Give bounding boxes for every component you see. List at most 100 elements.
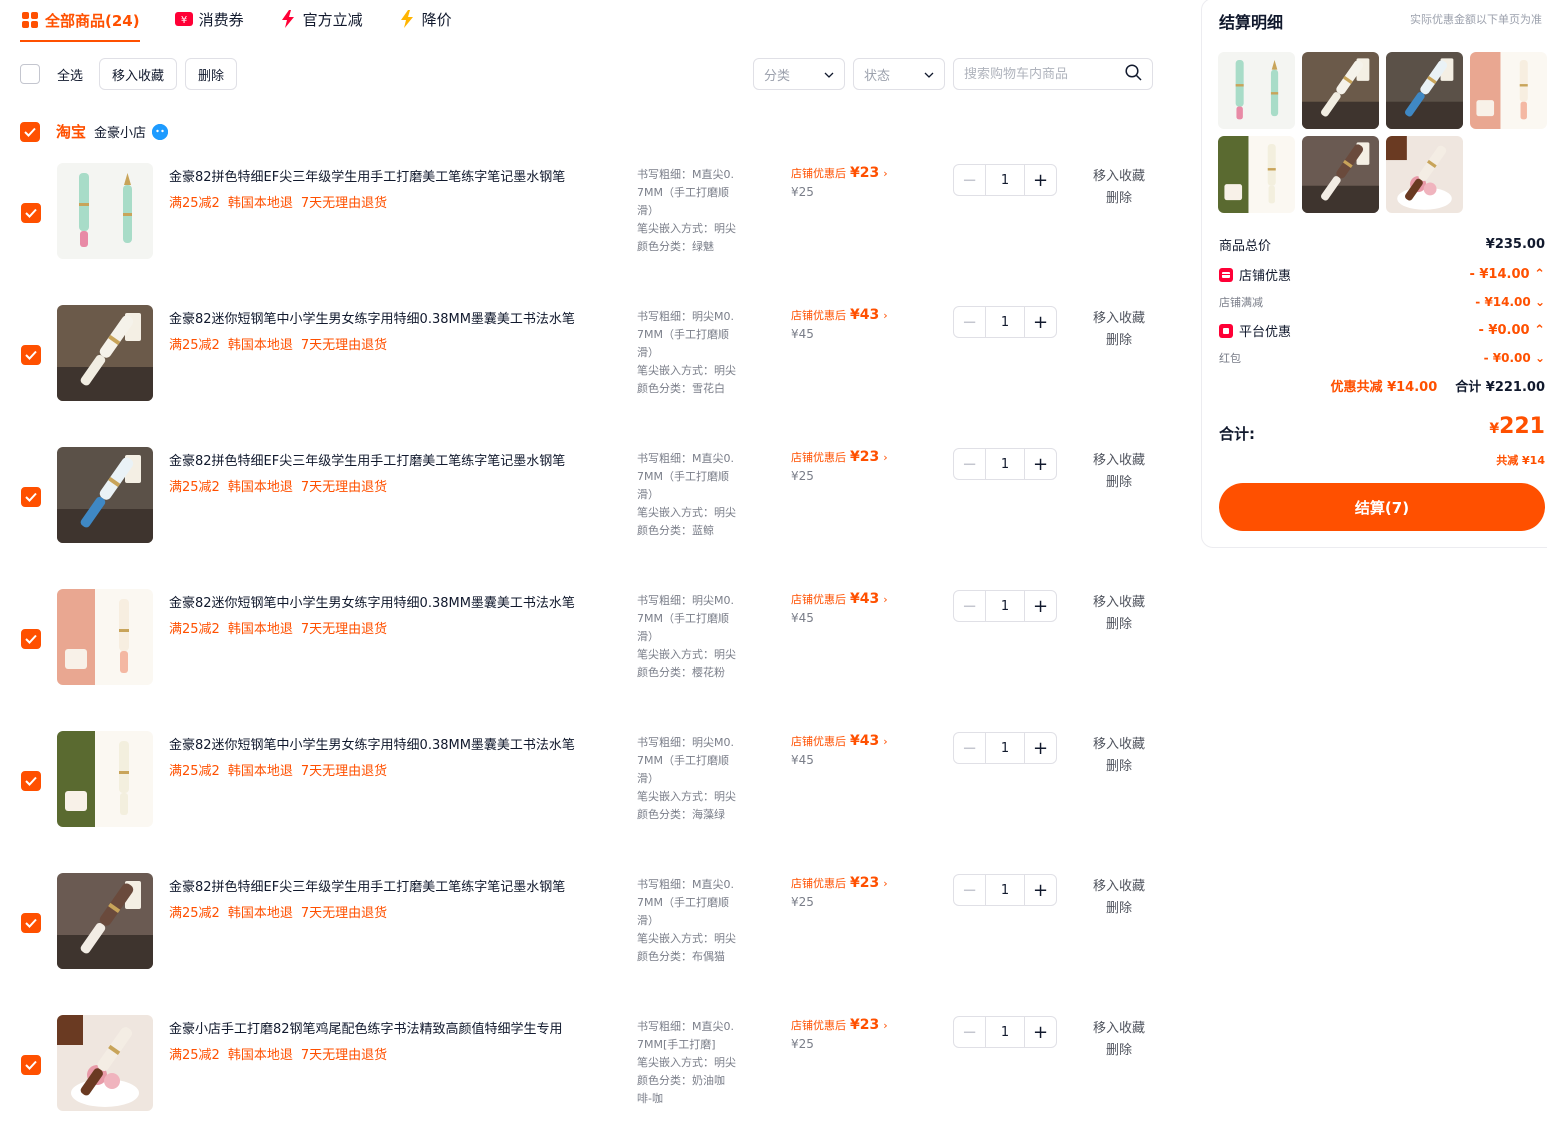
shop-full-reduce-value: - ¥14.00 ⌄ bbox=[1475, 295, 1545, 309]
summary-product-thumbnail[interactable] bbox=[1470, 52, 1547, 129]
increase-quantity-button[interactable]: + bbox=[1024, 733, 1056, 763]
move-to-favorites-link[interactable]: 移入收藏 bbox=[1093, 450, 1145, 472]
tab-price-drop[interactable]: 降价 bbox=[397, 0, 452, 38]
decrease-quantity-button[interactable]: − bbox=[954, 165, 986, 195]
promo-price[interactable]: 店铺优惠后 ¥23 › bbox=[791, 449, 888, 465]
delete-item-link[interactable]: 删除 bbox=[1093, 330, 1145, 352]
product-title-link[interactable]: 金豪82拼色特细EF尖三年级学生用手工打磨美工笔练字笔记墨水钢笔 bbox=[169, 876, 609, 895]
quantity-value[interactable]: 1 bbox=[986, 315, 1024, 330]
shop-name-link[interactable]: 金豪小店 bbox=[94, 122, 146, 141]
sku-specs[interactable]: 书写粗细：M直尖0. 7MM（手工打磨顺 滑） 笔尖嵌入方式：明尖 颜色分类：绿魅 bbox=[637, 166, 752, 256]
move-to-favorites-link[interactable]: 移入收藏 bbox=[1093, 592, 1145, 614]
summary-product-thumbnail[interactable] bbox=[1386, 136, 1463, 213]
item-checkbox[interactable] bbox=[21, 203, 41, 223]
item-checkbox[interactable] bbox=[21, 345, 41, 365]
delete-item-link[interactable]: 删除 bbox=[1093, 472, 1145, 494]
quantity-value[interactable]: 1 bbox=[986, 1025, 1024, 1040]
product-image[interactable] bbox=[57, 731, 153, 827]
sku-specs[interactable]: 书写粗细：M直尖0. 7MM[手工打磨] 笔尖嵌入方式：明尖 颜色分类：奶油咖 啡-咖 bbox=[637, 1018, 752, 1108]
product-title-link[interactable]: 金豪82拼色特细EF尖三年级学生用手工打磨美工笔练字笔记墨水钢笔 bbox=[169, 166, 609, 185]
move-to-favorites-link[interactable]: 移入收藏 bbox=[1093, 734, 1145, 756]
product-title-link[interactable]: 金豪82迷你短钢笔中小学生男女练字用特细0.38MM墨囊美工书法水笔 bbox=[169, 592, 609, 611]
sku-specs[interactable]: 书写粗细：明尖M0. 7MM（手工打磨顺 滑） 笔尖嵌入方式：明尖 颜色分类：樱花粉 bbox=[637, 592, 752, 682]
tab-all-items[interactable]: 全部商品(24) bbox=[20, 0, 140, 42]
item-checkbox[interactable] bbox=[21, 1055, 41, 1075]
decrease-quantity-button[interactable]: − bbox=[954, 591, 986, 621]
product-title-link[interactable]: 金豪82迷你短钢笔中小学生男女练字用特细0.38MM墨囊美工书法水笔 bbox=[169, 734, 609, 753]
product-image[interactable] bbox=[57, 305, 153, 401]
product-image[interactable] bbox=[57, 1015, 153, 1111]
product-image[interactable] bbox=[57, 447, 153, 543]
item-checkbox[interactable] bbox=[21, 913, 41, 933]
increase-quantity-button[interactable]: + bbox=[1024, 591, 1056, 621]
decrease-quantity-button[interactable]: − bbox=[954, 307, 986, 337]
promo-price[interactable]: 店铺优惠后 ¥23 › bbox=[791, 1017, 888, 1033]
promo-price[interactable]: 店铺优惠后 ¥43 › bbox=[791, 733, 888, 749]
move-to-favorites-link[interactable]: 移入收藏 bbox=[1093, 876, 1145, 898]
category-dropdown[interactable]: 分类 bbox=[753, 58, 845, 90]
delete-button[interactable]: 删除 bbox=[185, 58, 238, 90]
product-image[interactable] bbox=[57, 589, 153, 685]
increase-quantity-button[interactable]: + bbox=[1024, 449, 1056, 479]
move-to-favorites-link[interactable]: 移入收藏 bbox=[1093, 1018, 1145, 1040]
quantity-value[interactable]: 1 bbox=[986, 883, 1024, 898]
item-actions: 移入收藏 删除 bbox=[1093, 734, 1145, 778]
promo-price[interactable]: 店铺优惠后 ¥43 › bbox=[791, 591, 888, 607]
shop-discount-row[interactable]: 店铺优惠 - ¥14.00 ⌃ bbox=[1219, 265, 1545, 284]
decrease-quantity-button[interactable]: − bbox=[954, 449, 986, 479]
checkout-button[interactable]: 结算(7) bbox=[1219, 483, 1545, 531]
item-checkbox[interactable] bbox=[21, 771, 41, 791]
sku-specs[interactable]: 书写粗细：M直尖0. 7MM（手工打磨顺 滑） 笔尖嵌入方式：明尖 颜色分类：布偶猫 bbox=[637, 876, 752, 966]
product-title-link[interactable]: 金豪82迷你短钢笔中小学生男女练字用特细0.38MM墨囊美工书法水笔 bbox=[169, 308, 609, 327]
increase-quantity-button[interactable]: + bbox=[1024, 165, 1056, 195]
summary-product-thumbnail[interactable] bbox=[1218, 52, 1295, 129]
product-title-link[interactable]: 金豪小店手工打磨82钢笔鸡尾配色练字书法精致高颜值特细学生专用 bbox=[169, 1018, 609, 1037]
sku-specs[interactable]: 书写粗细：M直尖0. 7MM（手工打磨顺 滑） 笔尖嵌入方式：明尖 颜色分类：蓝鲸 bbox=[637, 450, 752, 540]
sku-specs[interactable]: 书写粗细：明尖M0. 7MM（手工打磨顺 滑） 笔尖嵌入方式：明尖 颜色分类：雪花白 bbox=[637, 308, 752, 398]
tab-coupons[interactable]: ¥ 消费券 bbox=[174, 0, 244, 38]
delete-item-link[interactable]: 删除 bbox=[1093, 1040, 1145, 1062]
shop-checkbox[interactable] bbox=[20, 121, 40, 142]
product-image[interactable] bbox=[57, 873, 153, 969]
promo-price[interactable]: 店铺优惠后 ¥23 › bbox=[791, 165, 888, 181]
cart-item: 金豪82迷你短钢笔中小学生男女练字用特细0.38MM墨囊美工书法水笔 满25减2 韩… bbox=[20, 305, 1160, 447]
decrease-quantity-button[interactable]: − bbox=[954, 875, 986, 905]
product-title-link[interactable]: 金豪82拼色特细EF尖三年级学生用手工打磨美工笔练字笔记墨水钢笔 bbox=[169, 450, 609, 469]
product-image[interactable] bbox=[57, 163, 153, 259]
quantity-value[interactable]: 1 bbox=[986, 173, 1024, 188]
summary-product-thumbnail[interactable] bbox=[1218, 136, 1295, 213]
item-checkbox[interactable] bbox=[21, 487, 41, 507]
sku-spec-line: 颜色分类：布偶猫 bbox=[637, 950, 725, 963]
sku-specs[interactable]: 书写粗细：明尖M0. 7MM（手工打磨顺 滑） 笔尖嵌入方式：明尖 颜色分类：海藻绿 bbox=[637, 734, 752, 824]
item-checkbox[interactable] bbox=[21, 629, 41, 649]
select-all-checkbox[interactable] bbox=[20, 64, 40, 84]
summary-product-thumbnail[interactable] bbox=[1302, 136, 1379, 213]
increase-quantity-button[interactable]: + bbox=[1024, 875, 1056, 905]
increase-quantity-button[interactable]: + bbox=[1024, 307, 1056, 337]
move-to-favorites-link[interactable]: 移入收藏 bbox=[1093, 308, 1145, 330]
move-to-favorites-link[interactable]: 移入收藏 bbox=[1093, 166, 1145, 188]
decrease-quantity-button[interactable]: − bbox=[954, 733, 986, 763]
search-icon[interactable] bbox=[1125, 63, 1142, 85]
cart-search bbox=[953, 58, 1153, 90]
platform-discount-row[interactable]: 平台优惠 - ¥0.00 ⌃ bbox=[1219, 321, 1545, 340]
status-dropdown[interactable]: 状态 bbox=[853, 58, 945, 90]
cart-search-input[interactable] bbox=[964, 66, 1114, 82]
move-to-favorites-button[interactable]: 移入收藏 bbox=[99, 58, 178, 90]
quantity-value[interactable]: 1 bbox=[986, 599, 1024, 614]
delete-item-link[interactable]: 删除 bbox=[1093, 898, 1145, 920]
summary-product-thumbnail[interactable] bbox=[1302, 52, 1379, 129]
decrease-quantity-button[interactable]: − bbox=[954, 1017, 986, 1047]
increase-quantity-button[interactable]: + bbox=[1024, 1017, 1056, 1047]
promo-price[interactable]: 店铺优惠后 ¥23 › bbox=[791, 875, 888, 891]
summary-product-thumbnail[interactable] bbox=[1386, 52, 1463, 129]
delete-item-link[interactable]: 删除 bbox=[1093, 188, 1145, 210]
quantity-value[interactable]: 1 bbox=[986, 457, 1024, 472]
promo-price[interactable]: 店铺优惠后 ¥43 › bbox=[791, 307, 888, 323]
promo-tag: 7天无理由退货 bbox=[300, 196, 388, 211]
quantity-value[interactable]: 1 bbox=[986, 741, 1024, 756]
wangwang-chat-icon[interactable] bbox=[152, 123, 169, 140]
tab-official-discount[interactable]: 官方立减 bbox=[278, 0, 363, 38]
delete-item-link[interactable]: 删除 bbox=[1093, 756, 1145, 778]
delete-item-link[interactable]: 删除 bbox=[1093, 614, 1145, 636]
